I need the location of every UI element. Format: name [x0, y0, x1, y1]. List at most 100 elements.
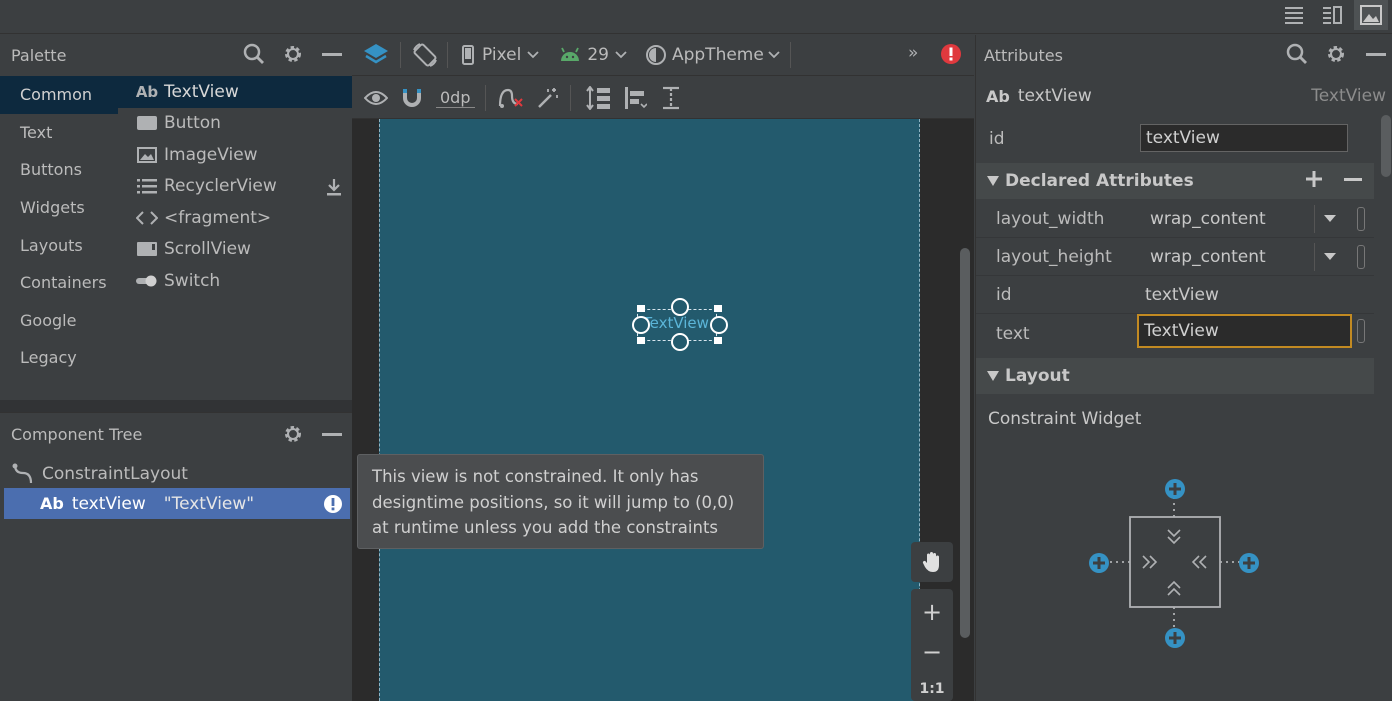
text-value-input[interactable]: TextView	[1137, 314, 1352, 348]
theme-label: AppTheme	[671, 45, 764, 65]
panel-splitter[interactable]	[0, 400, 352, 412]
declared-attributes-section[interactable]: Declared Attributes	[976, 163, 1374, 199]
phone-icon	[462, 45, 474, 65]
gear-icon[interactable]	[1325, 43, 1347, 65]
id-input[interactable]: textView	[1140, 124, 1348, 152]
pin-icon[interactable]	[1357, 245, 1365, 269]
tree-node-id: textView	[71, 493, 146, 514]
align-icon[interactable]	[623, 86, 647, 110]
right-anchor[interactable]	[710, 316, 728, 334]
split-view-icon[interactable]	[1315, 0, 1349, 30]
widget-type: TextView	[1311, 86, 1386, 106]
device-screen[interactable]: TextView	[379, 119, 920, 701]
minimize-icon[interactable]	[1366, 53, 1386, 57]
search-icon[interactable]	[1286, 43, 1308, 65]
tree-node-textview[interactable]: Ab textView "TextView"	[4, 488, 350, 519]
theme-selector[interactable]: AppTheme	[645, 44, 780, 66]
zoom-out-button[interactable]: −	[911, 635, 953, 669]
add-bottom-constraint-icon[interactable]	[1164, 627, 1186, 649]
category-common[interactable]: Common	[0, 76, 118, 114]
layout-title: Layout	[1005, 366, 1070, 386]
collapse-triangle-icon	[987, 370, 999, 382]
magic-wand-icon[interactable]	[536, 86, 560, 110]
gear-icon[interactable]	[282, 43, 304, 65]
api-selector[interactable]: 29	[559, 45, 627, 65]
android-icon	[559, 47, 581, 63]
scroll-icon	[136, 240, 158, 258]
attr-value[interactable]: wrap_content	[1150, 209, 1266, 229]
pin-icon[interactable]	[1357, 207, 1365, 231]
top-anchor[interactable]	[671, 298, 689, 316]
resize-handle[interactable]	[637, 337, 645, 344]
resize-handle[interactable]	[714, 337, 722, 344]
search-icon[interactable]	[243, 43, 265, 65]
pack-icon[interactable]	[585, 85, 611, 110]
remove-attribute-icon[interactable]	[1344, 178, 1362, 182]
error-icon[interactable]	[940, 43, 962, 65]
category-text[interactable]: Text	[0, 114, 118, 152]
palette-item-button[interactable]: Button	[118, 108, 352, 140]
bottom-anchor[interactable]	[671, 333, 689, 351]
pin-icon[interactable]	[1357, 319, 1365, 343]
category-legacy[interactable]: Legacy	[0, 339, 118, 377]
design-canvas[interactable]: TextView + − 1:1	[352, 119, 974, 701]
resize-handle[interactable]	[714, 305, 722, 312]
tree-node-constraintlayout[interactable]: ConstraintLayout	[0, 458, 352, 489]
layout-section[interactable]: Layout	[976, 358, 1374, 394]
code-view-icon[interactable]	[1277, 0, 1311, 30]
design-toolbar: Pixel 29 AppTheme »	[352, 35, 974, 76]
gear-icon[interactable]	[282, 423, 304, 445]
eye-icon[interactable]	[364, 89, 388, 107]
category-widgets[interactable]: Widgets	[0, 189, 118, 227]
palette-item-imageview[interactable]: ImageView	[118, 139, 352, 171]
minimize-icon[interactable]	[322, 433, 342, 437]
palette-item-recyclerview[interactable]: RecyclerView	[118, 171, 352, 203]
canvas-scrollbar[interactable]	[960, 248, 970, 638]
minimize-icon[interactable]	[322, 53, 342, 57]
category-layouts[interactable]: Layouts	[0, 226, 118, 264]
constraint-widget	[1086, 473, 1266, 653]
attr-name: id	[996, 285, 1012, 305]
add-right-constraint-icon[interactable]	[1238, 552, 1260, 574]
attributes-title: Attributes	[984, 45, 1063, 65]
api-label: 29	[587, 45, 609, 65]
rotate-icon[interactable]	[411, 42, 439, 68]
selected-textview-widget[interactable]: TextView	[632, 298, 728, 351]
overflow-icon[interactable]: »	[908, 43, 918, 63]
attr-name: layout_width	[996, 209, 1105, 229]
theme-icon	[645, 44, 667, 66]
attributes-scrollbar[interactable]	[1381, 115, 1391, 177]
attr-value[interactable]: textView	[1145, 285, 1219, 305]
image-icon	[136, 146, 158, 164]
palette-item-fragment[interactable]: <fragment>	[118, 202, 352, 234]
left-anchor[interactable]	[632, 316, 650, 334]
default-margin-field[interactable]: 0dp	[436, 88, 475, 108]
add-attribute-icon[interactable]	[1305, 170, 1323, 188]
chevron-down-icon[interactable]	[1314, 205, 1344, 233]
attr-value[interactable]: wrap_content	[1150, 247, 1266, 267]
guidelines-icon[interactable]	[661, 86, 681, 110]
chevron-down-icon[interactable]	[1314, 243, 1344, 271]
add-left-constraint-icon[interactable]	[1088, 552, 1110, 574]
id-label: id	[989, 129, 1005, 149]
palette-item-label: RecyclerView	[164, 176, 277, 197]
palette-item-textview[interactable]: Ab TextView	[118, 76, 352, 108]
category-containers[interactable]: Containers	[0, 264, 118, 302]
category-google[interactable]: Google	[0, 302, 118, 340]
layers-icon[interactable]	[362, 42, 390, 68]
add-top-constraint-icon[interactable]	[1164, 478, 1186, 500]
palette-item-switch[interactable]: Switch	[118, 265, 352, 297]
zoom-reset-button[interactable]: 1:1	[911, 677, 953, 701]
warning-icon[interactable]	[323, 494, 343, 514]
resize-handle[interactable]	[637, 305, 645, 312]
category-buttons[interactable]: Buttons	[0, 151, 118, 189]
zoom-in-button[interactable]: +	[911, 595, 953, 629]
magnet-icon[interactable]	[402, 88, 422, 108]
device-selector[interactable]: Pixel	[462, 45, 539, 65]
pan-button[interactable]	[911, 542, 953, 582]
clear-constraints-icon[interactable]	[498, 86, 524, 110]
palette-item-scrollview[interactable]: ScrollView	[118, 234, 352, 266]
download-icon[interactable]	[326, 178, 342, 196]
button-icon	[136, 114, 158, 132]
design-view-icon[interactable]	[1354, 0, 1388, 30]
